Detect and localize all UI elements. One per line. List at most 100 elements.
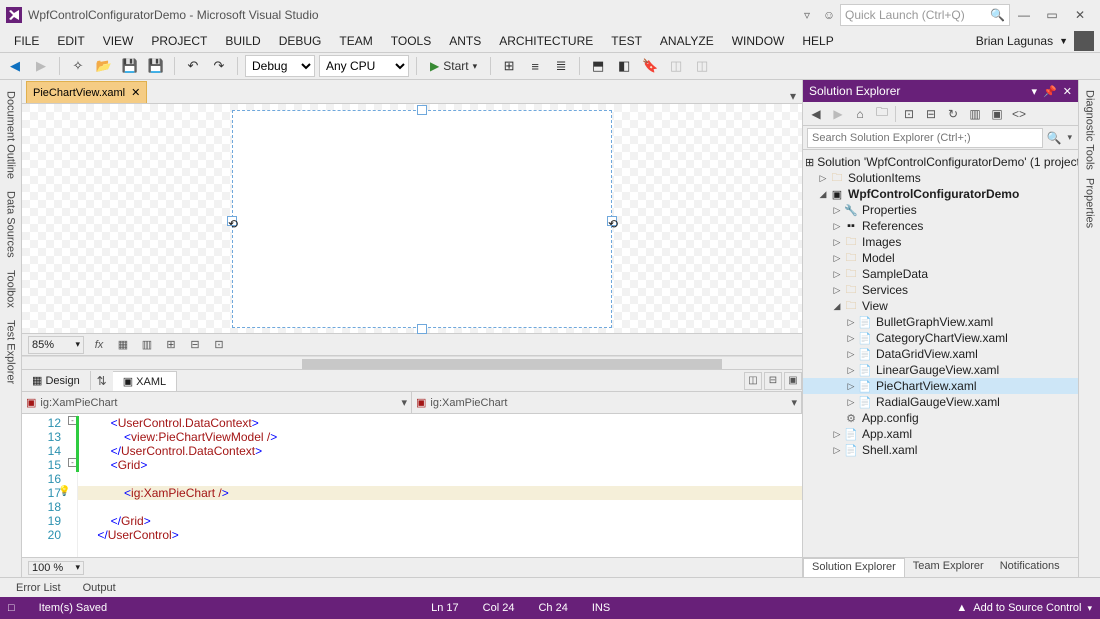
tree-sampledata[interactable]: ▷🗀SampleData: [803, 266, 1078, 282]
tab-xaml[interactable]: ▣ XAML: [113, 371, 177, 391]
nav-back-button[interactable]: ◀: [4, 55, 26, 77]
toolbar-btn-2[interactable]: ≡: [524, 55, 546, 77]
menu-ants[interactable]: ANTS: [441, 32, 489, 50]
open-file-button[interactable]: 📂: [93, 55, 115, 77]
menu-tools[interactable]: TOOLS: [383, 32, 439, 50]
tab-error-list[interactable]: Error List: [6, 580, 71, 596]
toolbar-btn-8[interactable]: ◫: [691, 55, 713, 77]
tree-services[interactable]: ▷🗀Services: [803, 282, 1078, 298]
tree-references[interactable]: ▷▪▪References: [803, 218, 1078, 234]
toolbar-btn-1[interactable]: ⊞: [498, 55, 520, 77]
solution-explorer-header[interactable]: Solution Explorer ▾ 📌 ✕: [803, 80, 1078, 102]
close-button[interactable]: ✕: [1066, 4, 1094, 26]
design-artboard[interactable]: [232, 110, 612, 328]
designer-option-button[interactable]: ⊟: [186, 336, 204, 354]
tree-model[interactable]: ▷🗀Model: [803, 250, 1078, 266]
tab-toolbox[interactable]: Toolbox: [2, 265, 20, 313]
tree-solution[interactable]: ⊞Solution 'WpfControlConfiguratorDemo' (…: [803, 154, 1078, 170]
se-preview-button[interactable]: ▣: [988, 105, 1006, 123]
se-search-input[interactable]: [807, 128, 1043, 148]
menu-file[interactable]: FILE: [6, 32, 47, 50]
menu-debug[interactable]: DEBUG: [271, 32, 330, 50]
editor-zoom-combo[interactable]: 100 %▾: [28, 561, 84, 575]
menu-view[interactable]: VIEW: [95, 32, 142, 50]
undo-button[interactable]: ↶: [182, 55, 204, 77]
tree-categorychart[interactable]: ▷📄CategoryChartView.xaml: [803, 330, 1078, 346]
menu-project[interactable]: PROJECT: [143, 32, 215, 50]
source-control-add-icon[interactable]: ▲: [956, 602, 967, 614]
panel-close-icon[interactable]: ✕: [1063, 85, 1072, 98]
tree-datagrid[interactable]: ▷📄DataGridView.xaml: [803, 346, 1078, 362]
se-forward-button[interactable]: ▶: [829, 105, 847, 123]
designer-zoom-combo[interactable]: 85%▾: [28, 336, 84, 354]
menu-analyze[interactable]: ANALYZE: [652, 32, 722, 50]
save-all-button[interactable]: 💾: [145, 55, 167, 77]
tree-bulletgraph[interactable]: ▷📄BulletGraphView.xaml: [803, 314, 1078, 330]
menu-build[interactable]: BUILD: [217, 32, 268, 50]
collapse-pane-button[interactable]: ▣: [784, 372, 802, 390]
restore-button[interactable]: ▭: [1038, 4, 1066, 26]
designer-fx-button[interactable]: fx: [90, 336, 108, 354]
menu-team[interactable]: TEAM: [331, 32, 380, 50]
resize-handle-right[interactable]: ⟲: [607, 216, 617, 226]
avatar[interactable]: [1074, 31, 1094, 51]
toolbar-btn-5[interactable]: ◧: [613, 55, 635, 77]
toolbar-btn-3[interactable]: ≣: [550, 55, 572, 77]
tree-project[interactable]: ◢▣WpfControlConfiguratorDemo: [803, 186, 1078, 202]
tree-view[interactable]: ◢🗀View: [803, 298, 1078, 314]
designer-option2-button[interactable]: ⊡: [210, 336, 228, 354]
minimize-button[interactable]: —: [1010, 4, 1038, 26]
new-project-button[interactable]: ✧: [67, 55, 89, 77]
scrollbar-thumb[interactable]: [302, 359, 722, 369]
xaml-designer[interactable]: ⟲ ⟲: [22, 104, 802, 334]
tree-solutionitems[interactable]: ▷🗀SolutionItems: [803, 170, 1078, 186]
source-control-button[interactable]: Add to Source Control: [973, 602, 1081, 614]
feedback-icon[interactable]: ☺: [818, 8, 840, 22]
swap-panes-button[interactable]: ⇅: [91, 374, 113, 388]
user-dropdown-icon[interactable]: ▼: [1059, 36, 1068, 46]
source-control-dropdown-icon[interactable]: ▾: [1087, 603, 1092, 614]
se-properties-button[interactable]: ▥: [966, 105, 984, 123]
tab-team-explorer[interactable]: Team Explorer: [905, 558, 992, 577]
panel-pin-icon[interactable]: 📌: [1043, 85, 1057, 98]
doc-tab-piechartview[interactable]: PieChartView.xaml ✕: [26, 81, 147, 103]
tree-appxaml[interactable]: ▷📄App.xaml: [803, 426, 1078, 442]
nav-forward-button[interactable]: ▶: [30, 55, 52, 77]
se-home-button[interactable]: ⌂: [851, 105, 869, 123]
split-vertical-button[interactable]: ◫: [744, 372, 762, 390]
code-body[interactable]: <UserControl.DataContext> <view:PieChart…: [78, 414, 802, 557]
redo-button[interactable]: ↷: [208, 55, 230, 77]
tab-test-explorer[interactable]: Test Explorer: [2, 315, 20, 389]
tab-document-outline[interactable]: Document Outline: [2, 86, 20, 184]
tree-images[interactable]: ▷🗀Images: [803, 234, 1078, 250]
nav-member-combo[interactable]: ▣ig:XamPieChart▾: [412, 392, 802, 413]
designer-snapline-button[interactable]: ⊞: [162, 336, 180, 354]
se-code-button[interactable]: <>: [1010, 105, 1028, 123]
tree-radialgauge[interactable]: ▷📄RadialGaugeView.xaml: [803, 394, 1078, 410]
tab-diagnostic-tools[interactable]: Diagnostic Tools: [1082, 86, 1098, 174]
menu-edit[interactable]: EDIT: [49, 32, 92, 50]
resize-handle-bottom[interactable]: [417, 324, 427, 334]
se-sync-button[interactable]: 🗀: [873, 105, 891, 123]
designer-grid-button[interactable]: ▦: [114, 336, 132, 354]
tab-notifications[interactable]: Notifications: [992, 558, 1068, 577]
tab-design[interactable]: ▦ Design: [22, 371, 91, 390]
search-icon[interactable]: 🔍: [1043, 131, 1066, 145]
start-button[interactable]: ▶ Start ▾: [424, 55, 483, 77]
lightbulb-icon[interactable]: 💡: [58, 486, 70, 497]
config-combo[interactable]: Debug: [245, 55, 315, 77]
user-name[interactable]: Brian Lagunas: [976, 34, 1053, 48]
toolbar-btn-7[interactable]: ◫: [665, 55, 687, 77]
save-button[interactable]: 💾: [119, 55, 141, 77]
menu-architecture[interactable]: ARCHITECTURE: [491, 32, 601, 50]
menu-help[interactable]: HELP: [794, 32, 841, 50]
resize-handle-top[interactable]: [417, 105, 427, 115]
menu-window[interactable]: WINDOW: [724, 32, 793, 50]
se-collapse-button[interactable]: ⊟: [922, 105, 940, 123]
search-options-icon[interactable]: ▾: [1065, 132, 1074, 143]
tab-close-icon[interactable]: ✕: [131, 86, 140, 99]
toolbar-btn-4[interactable]: ⬒: [587, 55, 609, 77]
tab-data-sources[interactable]: Data Sources: [2, 186, 20, 263]
se-refresh-button[interactable]: ↻: [944, 105, 962, 123]
tree-lineargauge[interactable]: ▷📄LinearGaugeView.xaml: [803, 362, 1078, 378]
